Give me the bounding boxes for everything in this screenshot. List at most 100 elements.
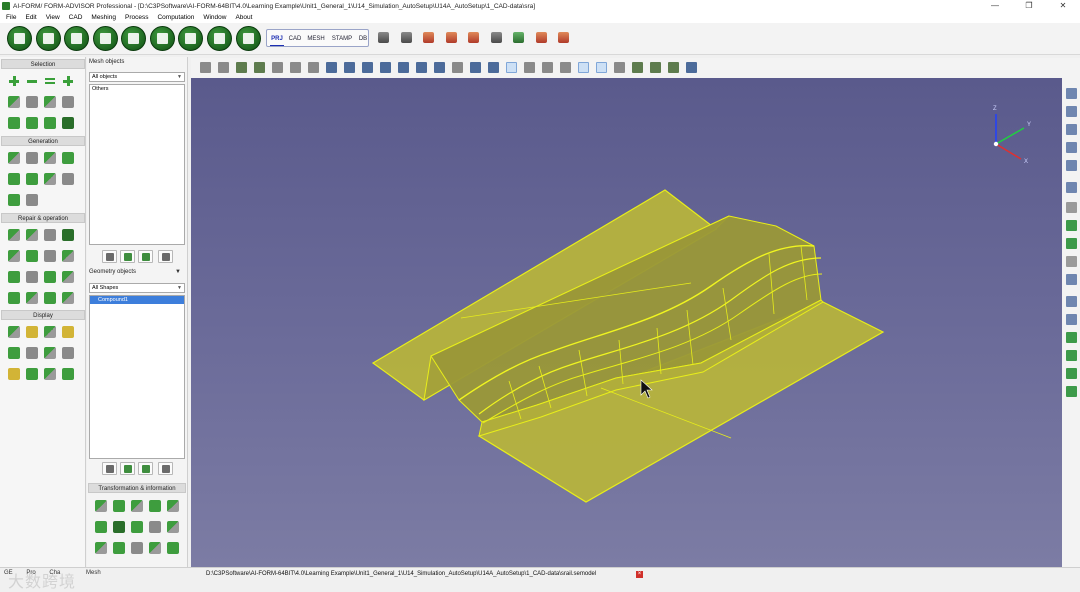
grid-icon[interactable] (62, 173, 74, 185)
renumber-icon[interactable] (44, 271, 56, 283)
download-2-icon[interactable] (1066, 314, 1077, 325)
display-section-icon[interactable] (44, 368, 56, 380)
pan-icon[interactable] (236, 62, 247, 73)
area-icon[interactable] (131, 542, 143, 554)
zoom-window-icon[interactable] (452, 62, 463, 73)
tab-mesh[interactable]: MESH (306, 32, 326, 46)
list-item[interactable]: Compound1 (90, 296, 184, 304)
refine-icon[interactable] (26, 250, 38, 262)
section-display[interactable]: Display (1, 310, 85, 320)
translate-icon[interactable] (95, 500, 107, 512)
save-icon[interactable] (401, 32, 412, 43)
fit-all-icon[interactable] (290, 62, 301, 73)
select-element-icon[interactable] (26, 117, 38, 129)
view-top-icon[interactable] (398, 62, 409, 73)
delete-icon[interactable] (158, 250, 173, 263)
info-icon[interactable] (62, 117, 74, 129)
cut-icon[interactable] (44, 292, 56, 304)
menu-process[interactable]: Process (125, 14, 148, 21)
cad-import-icon[interactable] (121, 26, 146, 51)
bug-icon[interactable] (650, 62, 661, 73)
download-1-icon[interactable] (1066, 296, 1077, 307)
generate-surface-icon[interactable] (26, 152, 38, 164)
display-transparency-icon[interactable] (62, 368, 74, 380)
download-4-icon[interactable] (1066, 350, 1077, 361)
normal-view-icon[interactable] (1066, 274, 1077, 285)
view-iso-1-icon[interactable] (1066, 88, 1077, 99)
geometry-object-list[interactable]: Compound1 (89, 295, 185, 459)
menu-meshing[interactable]: Meshing (91, 14, 116, 21)
view-iso-5-icon[interactable] (1066, 160, 1077, 171)
measure-icon[interactable] (167, 521, 179, 533)
menu-view[interactable]: View (46, 14, 60, 21)
section-view-icon[interactable] (560, 62, 571, 73)
computation-icon[interactable] (178, 26, 203, 51)
rotate-view-icon[interactable] (254, 62, 265, 73)
report-icon[interactable] (536, 32, 547, 43)
tab-db[interactable]: DB (357, 32, 369, 46)
download-5-icon[interactable] (1066, 368, 1077, 379)
select-part-icon[interactable] (44, 117, 56, 129)
connect-icon[interactable] (26, 271, 38, 283)
boundary-icon[interactable] (26, 292, 38, 304)
display-color-icon[interactable] (26, 347, 38, 359)
select-edge-icon[interactable] (62, 96, 74, 108)
hidden-line-icon[interactable] (542, 62, 553, 73)
trim-icon[interactable] (8, 292, 20, 304)
offset-icon[interactable] (8, 173, 20, 185)
coordinate-icon[interactable] (95, 542, 107, 554)
view-left-icon[interactable] (362, 62, 373, 73)
maximize-button[interactable]: ❐ (1012, 0, 1046, 12)
scale-icon[interactable] (149, 500, 161, 512)
extrude-icon[interactable] (44, 173, 56, 185)
tab-mesh-status[interactable]: Mesh (86, 570, 101, 576)
angle-icon[interactable] (149, 521, 161, 533)
copy-icon[interactable] (95, 521, 107, 533)
center-icon[interactable] (308, 62, 319, 73)
smooth-icon[interactable] (8, 250, 20, 262)
tool-setup-icon[interactable] (468, 32, 479, 43)
pick-icon[interactable] (578, 62, 589, 73)
menu-file[interactable]: File (6, 14, 16, 21)
color-map-icon[interactable] (686, 62, 697, 73)
open-folder-icon[interactable] (36, 26, 61, 51)
geometry-filter-select[interactable]: All Shapes ▼ (89, 283, 185, 293)
section-selection[interactable]: Selection (1, 59, 85, 69)
edit-geometry-icon[interactable] (102, 462, 117, 475)
fillet-icon[interactable] (26, 173, 38, 185)
reverse-normal-icon[interactable] (62, 271, 74, 283)
remove-selection-icon[interactable] (26, 75, 38, 87)
display-show-icon[interactable] (62, 347, 74, 359)
export-icon[interactable] (446, 32, 457, 43)
equal-selection-icon[interactable] (44, 75, 56, 87)
merge-icon[interactable] (26, 229, 38, 241)
menu-cad[interactable]: CAD (69, 14, 83, 21)
view-iso-4-icon[interactable] (1066, 142, 1077, 153)
display-normal-icon[interactable] (8, 347, 20, 359)
close-model-icon[interactable]: × (636, 571, 643, 578)
export-mesh-icon[interactable] (120, 250, 135, 263)
generate-curve-icon[interactable] (44, 152, 56, 164)
add-selection-icon[interactable] (8, 75, 20, 87)
information-icon[interactable] (167, 542, 179, 554)
process-setup-icon[interactable] (150, 26, 175, 51)
menu-computation[interactable]: Computation (157, 14, 194, 21)
settings-icon[interactable] (236, 26, 261, 51)
select-face-icon[interactable] (44, 96, 56, 108)
import-icon[interactable] (423, 32, 434, 43)
properties-icon[interactable] (138, 250, 153, 263)
rotate-y-icon[interactable] (1066, 220, 1077, 231)
menu-about[interactable]: About (235, 14, 252, 21)
3d-viewport[interactable]: Z Y X (191, 78, 1062, 567)
split-icon[interactable] (44, 229, 56, 241)
display-hide-icon[interactable] (44, 347, 56, 359)
tab-prj[interactable]: PRJ (270, 32, 284, 46)
generate-tool-icon[interactable] (62, 152, 74, 164)
view-cube-icon[interactable] (488, 62, 499, 73)
display-part-icon[interactable] (26, 368, 38, 380)
delete-element-icon[interactable] (62, 250, 74, 262)
display-shaded-icon[interactable] (26, 326, 38, 338)
flip-icon[interactable] (1066, 256, 1077, 267)
marker-icon[interactable] (632, 62, 643, 73)
axis-icon[interactable] (113, 542, 125, 554)
